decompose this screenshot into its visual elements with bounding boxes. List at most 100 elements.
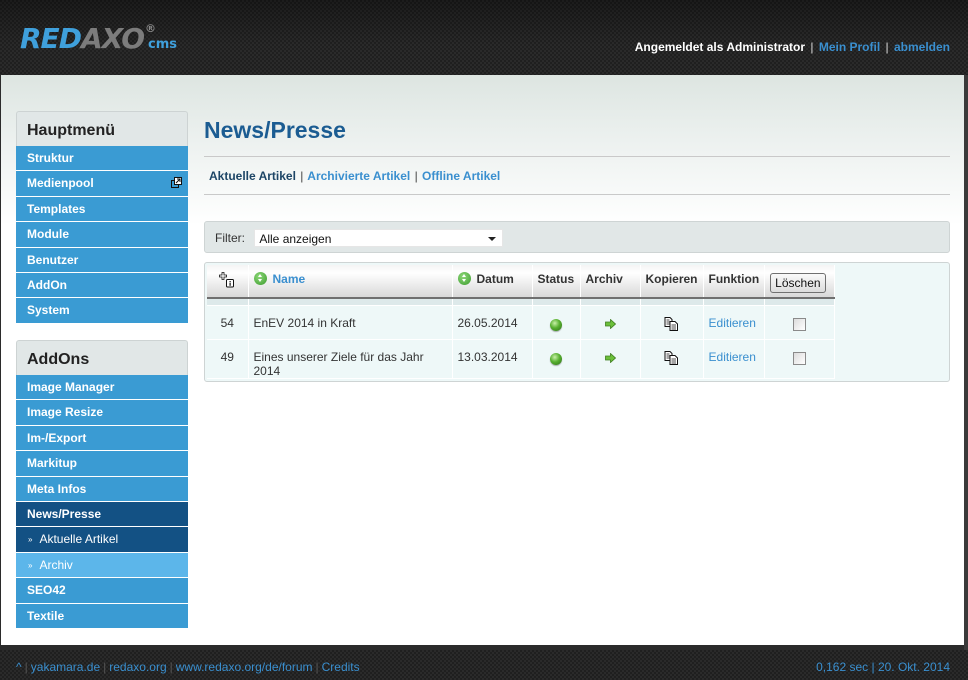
sub-navigation: Aktuelle Artikel | Archivierte Artikel |… bbox=[204, 157, 950, 194]
footer-links: ^ | yakamara.de | redaxo.org | www.redaxo.org/… bbox=[16, 660, 360, 674]
sidebar-item-image-manager[interactable]: Image Manager bbox=[16, 375, 188, 401]
copy-icon[interactable] bbox=[664, 350, 680, 365]
sidebar-item-label: Image Resize bbox=[27, 405, 104, 420]
column-header-archive: Archiv bbox=[580, 265, 641, 299]
edit-link[interactable]: Editieren bbox=[709, 350, 756, 364]
column-label: Archiv bbox=[585, 272, 623, 286]
subnav-offline-artikel[interactable]: Offline Artikel bbox=[422, 169, 500, 183]
add-info-icon[interactable] bbox=[219, 272, 235, 288]
sidebar-item-label: Struktur bbox=[27, 151, 74, 165]
sidebar-item-meta-infos[interactable]: Meta Infos bbox=[16, 476, 188, 502]
article-id: 49 bbox=[207, 339, 249, 379]
back-to-top-link[interactable]: ^ bbox=[16, 660, 22, 674]
popup-window-icon[interactable] bbox=[171, 177, 182, 189]
delete-checkbox[interactable] bbox=[793, 351, 807, 365]
chevron-down-icon bbox=[488, 237, 497, 241]
footer-link-forum[interactable]: www.redaxo.org/de/forum bbox=[176, 660, 313, 674]
sidebar-subitem-aktuelle-artikel[interactable]: » Aktuelle Artikel bbox=[16, 527, 188, 553]
article-date: 26.05.2014 bbox=[452, 305, 533, 340]
addons-menu: AddOns Image Manager Image Resize Im-/Ex… bbox=[16, 340, 188, 629]
separator: | bbox=[103, 660, 107, 674]
delete-button[interactable]: Löschen bbox=[770, 273, 826, 293]
article-id: 54 bbox=[207, 305, 249, 340]
separator: | bbox=[871, 660, 875, 674]
column-header-date[interactable]: Datum bbox=[452, 265, 533, 299]
column-header-name[interactable]: Name bbox=[248, 265, 453, 299]
sort-icon[interactable] bbox=[457, 272, 471, 286]
status-online-icon[interactable] bbox=[550, 318, 562, 331]
filter-selected-value: Alle anzeigen bbox=[259, 232, 332, 246]
page-title: News/Presse bbox=[204, 117, 346, 143]
logo-cms: cms bbox=[148, 37, 177, 52]
archive-arrow-icon[interactable] bbox=[604, 318, 616, 329]
sidebar-item-image-resize[interactable]: Image Resize bbox=[16, 400, 188, 426]
sidebar-item-medienpool[interactable]: Medienpool bbox=[16, 171, 188, 197]
chevron-right-icon: » bbox=[28, 560, 33, 570]
redaxo-logo[interactable]: RED AXO ® cms bbox=[20, 22, 177, 54]
article-name: Eines unserer Ziele für das Jahr 2014 bbox=[248, 339, 453, 379]
logo-part-axo: AXO bbox=[80, 22, 145, 55]
separator: | bbox=[300, 169, 304, 183]
footer-link-yakamara[interactable]: yakamara.de bbox=[31, 660, 100, 674]
column-header-function: Funktion bbox=[703, 265, 766, 299]
sidebar-item-news-presse[interactable]: News/Presse bbox=[16, 501, 188, 528]
profile-link[interactable]: Mein Profil bbox=[819, 40, 880, 54]
subnav-archivierte-artikel[interactable]: Archivierte Artikel bbox=[307, 169, 410, 183]
sidebar-item-addon[interactable]: AddOn bbox=[16, 272, 188, 299]
footer-link-credits[interactable]: Credits bbox=[322, 660, 360, 674]
separator: | bbox=[810, 40, 814, 54]
sidebar-item-system[interactable]: System bbox=[16, 298, 188, 324]
sidebar-item-label: Textile bbox=[27, 608, 65, 623]
edit-link[interactable]: Editieren bbox=[709, 316, 756, 330]
column-label: Kopieren bbox=[645, 272, 698, 286]
sidebar-item-im-export[interactable]: Im-/Export bbox=[16, 425, 188, 452]
sidebar-item-label: AddOn bbox=[27, 277, 67, 292]
sidebar-item-label: Medienpool bbox=[27, 176, 94, 191]
sidebar-item-markitup[interactable]: Markitup bbox=[16, 451, 188, 477]
sidebar-item-label: Meta Infos bbox=[27, 481, 87, 496]
sidebar-item-seo42[interactable]: SEO42 bbox=[16, 578, 188, 604]
page-edge bbox=[964, 75, 968, 650]
sidebar-item-templates[interactable]: Templates bbox=[16, 196, 188, 223]
sidebar-item-label: System bbox=[27, 303, 70, 318]
footer-link-redaxo[interactable]: redaxo.org bbox=[109, 660, 166, 674]
articles-table: Name Datum Status Archiv Kopieren Funkti… bbox=[207, 265, 836, 379]
divider bbox=[204, 194, 950, 195]
article-name: EnEV 2014 in Kraft bbox=[248, 305, 453, 340]
sidebar-item-benutzer[interactable]: Benutzer bbox=[16, 247, 188, 273]
filter-bar: Filter: Alle anzeigen bbox=[204, 221, 950, 253]
archive-arrow-icon[interactable] bbox=[604, 352, 616, 363]
table-row: 54 EnEV 2014 in Kraft 26.05.2014 Editier… bbox=[207, 305, 836, 340]
filter-select[interactable]: Alle anzeigen bbox=[254, 229, 504, 247]
add-article-header[interactable] bbox=[207, 265, 249, 299]
sidebar-item-module[interactable]: Module bbox=[16, 222, 188, 248]
main-menu: Hauptmenü Struktur Medienpool Templates … bbox=[16, 111, 188, 324]
separator: | bbox=[885, 40, 889, 54]
current-date: 20. Okt. 2014 bbox=[877, 660, 950, 674]
separator: | bbox=[414, 169, 418, 183]
status-online-icon[interactable] bbox=[550, 352, 562, 365]
sidebar-item-textile[interactable]: Textile bbox=[16, 603, 188, 629]
sidebar-item-label: Markitup bbox=[27, 456, 78, 471]
main-content: News/Presse Aktuelle Artikel | Archivier… bbox=[204, 112, 950, 382]
column-label: Name bbox=[272, 272, 306, 286]
user-bar: Angemeldet als Administrator | Mein Prof… bbox=[635, 40, 950, 54]
copy-icon[interactable] bbox=[664, 316, 680, 331]
separator: | bbox=[169, 660, 173, 674]
sidebar-item-struktur[interactable]: Struktur bbox=[16, 146, 188, 172]
delete-checkbox[interactable] bbox=[793, 317, 807, 331]
addons-menu-title: AddOns bbox=[16, 340, 188, 375]
user-status: Angemeldet als Administrator bbox=[634, 40, 806, 54]
table-row: 49 Eines unserer Ziele für das Jahr 2014… bbox=[207, 339, 836, 379]
sidebar-subitem-archiv[interactable]: » Archiv bbox=[16, 552, 188, 579]
logout-link[interactable]: abmelden bbox=[894, 40, 950, 54]
render-time: 0,162 sec bbox=[816, 660, 869, 674]
sort-icon[interactable] bbox=[253, 272, 267, 286]
column-label: Status bbox=[537, 272, 575, 286]
sidebar-item-label: Image Manager bbox=[27, 380, 115, 394]
chevron-right-icon: » bbox=[28, 535, 33, 545]
subnav-aktuelle-artikel[interactable]: Aktuelle Artikel bbox=[209, 169, 296, 183]
sidebar-item-label: Module bbox=[27, 227, 69, 242]
articles-table-container: Name Datum Status Archiv Kopieren Funkti… bbox=[204, 262, 950, 382]
logo-part-red: RED bbox=[20, 22, 82, 55]
